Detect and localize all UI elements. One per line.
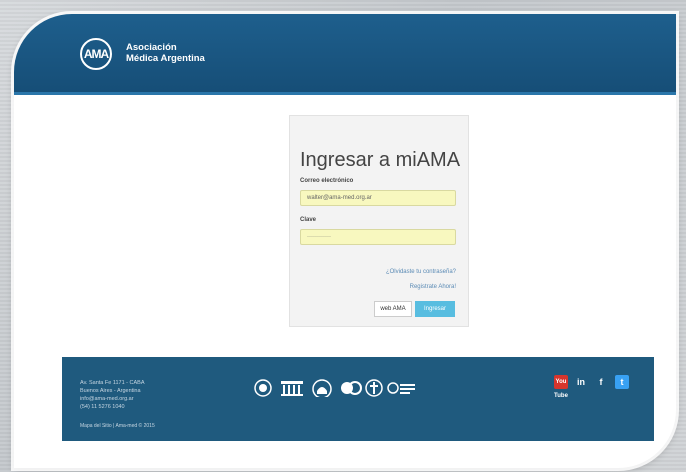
login-card: Ingresar a miAMA Correo electrónico walt… (289, 115, 469, 327)
org-name-line2: Médica Argentina (126, 53, 205, 64)
facebook-icon[interactable]: f (594, 375, 608, 389)
ama-logo-icon[interactable]: AMA (80, 38, 112, 70)
register-link[interactable]: Registrate Ahora! (410, 284, 456, 290)
partner-wordmark-icon[interactable] (387, 379, 417, 397)
address-line2: Buenos Aires - Argentina (80, 388, 141, 394)
partner-logo-icon[interactable] (340, 379, 362, 397)
login-title: Ingresar a miAMA (300, 149, 461, 171)
building-columns-icon[interactable] (280, 379, 304, 397)
org-name[interactable]: Asociación Médica Argentina (126, 42, 205, 64)
header-bar: AMA Asociación Médica Argentina (14, 14, 676, 92)
institution-dome-icon[interactable] (312, 379, 332, 397)
forgot-password-link[interactable]: ¿Olvidaste tu contraseña? (386, 269, 456, 275)
web-ama-button[interactable]: web AMA (374, 301, 412, 317)
footer-address: Av. Santa Fe 1171 - CABA Buenos Aires - … (80, 379, 145, 411)
page-frame: AMA Asociación Médica Argentina Ingresar… (14, 14, 676, 468)
email-field[interactable]: walter@ama-med.org.ar (300, 190, 456, 206)
footer-sitemap-copyright[interactable]: Mapa del Sitio | Ama-med © 2015 (80, 423, 155, 429)
password-field[interactable]: ············ (300, 229, 456, 245)
partner-seal-icon[interactable] (254, 379, 272, 397)
email-label: Correo electrónico (300, 178, 354, 184)
footer-email[interactable]: info@ama-med.org.ar (80, 395, 145, 403)
youtube-icon[interactable]: You Tube (554, 375, 568, 399)
twitter-icon[interactable]: t (615, 375, 629, 389)
password-label: Clave (300, 217, 317, 223)
linkedin-icon[interactable]: in (574, 375, 588, 389)
medical-seal-icon[interactable] (365, 379, 383, 397)
login-submit-button[interactable]: Ingresar (415, 301, 455, 317)
footer-phone: (54) 11 5276 1040 (80, 404, 125, 410)
footer: Av. Santa Fe 1171 - CABA Buenos Aires - … (62, 357, 654, 441)
org-name-line1: Asociación (126, 42, 177, 53)
address-line1: Av. Santa Fe 1171 - CABA (80, 380, 145, 386)
header-divider (14, 92, 676, 95)
